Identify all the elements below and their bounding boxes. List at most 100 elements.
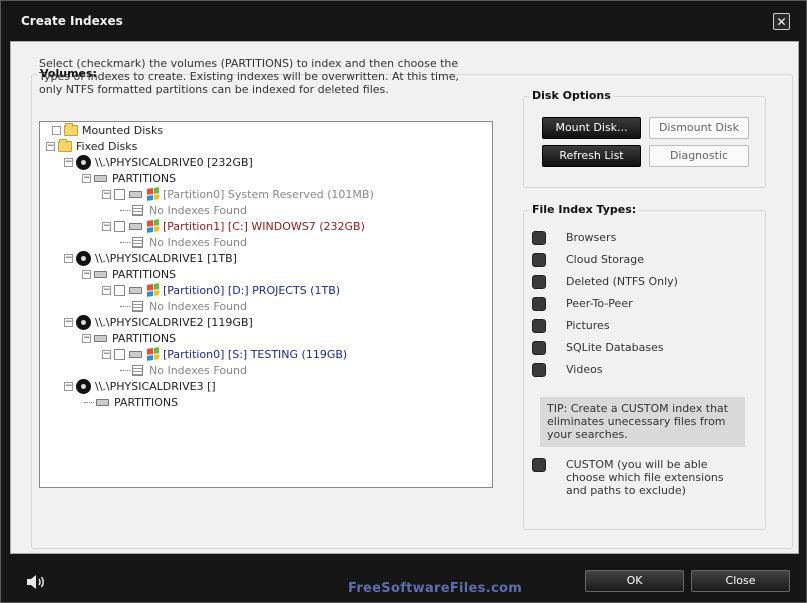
index-type-deleted[interactable]: Deleted (NTFS Only) — [532, 275, 678, 289]
checkbox[interactable] — [532, 275, 546, 289]
mount-disk-button[interactable]: Mount Disk... — [542, 117, 641, 139]
tree-node-d2p0[interactable]: − [Partition0] [S:] TESTING (119GB) — [102, 346, 347, 362]
partition-checkbox[interactable] — [114, 220, 125, 232]
collapse-icon[interactable]: − — [102, 285, 111, 295]
folder-icon — [58, 138, 72, 152]
collapse-icon[interactable]: − — [102, 221, 111, 231]
collapse-icon[interactable]: − — [82, 173, 91, 183]
speaker-icon[interactable] — [25, 573, 47, 591]
tree-node-drive0-partitions[interactable]: − PARTITIONS — [82, 170, 176, 186]
tree-label: \\.\PHYSICALDRIVE0 [232GB] — [95, 155, 253, 169]
collapse-icon[interactable]: − — [64, 381, 73, 391]
tree-node-drive2[interactable]: − \\.\PHYSICALDRIVE2 [119GB] — [64, 314, 253, 330]
collapse-icon[interactable]: − — [102, 189, 111, 199]
index-type-videos[interactable]: Videos — [532, 363, 603, 377]
tree-label: PARTITIONS — [114, 395, 179, 409]
checkbox[interactable] — [532, 341, 546, 355]
custom-index-tip: TIP: Create a CUSTOM index that eliminat… — [540, 397, 745, 447]
index-list-icon — [132, 204, 143, 216]
partition-checkbox[interactable] — [114, 284, 125, 296]
tree-node-d0p1-indexes: No Indexes Found — [120, 234, 247, 250]
hard-drive-icon — [76, 378, 91, 394]
tree-node-d1p0[interactable]: − [Partition0] [D:] PROJECTS (1TB) — [102, 282, 340, 298]
ok-button[interactable]: OK — [585, 570, 684, 592]
hard-drive-icon — [76, 314, 91, 330]
disk-options-legend: Disk Options — [529, 89, 614, 102]
tree-label: PARTITIONS — [112, 171, 177, 185]
collapse-icon[interactable]: − — [82, 333, 91, 343]
windows-icon — [147, 347, 159, 361]
tree-node-d0p0-indexes: No Indexes Found — [120, 202, 247, 218]
checkbox[interactable] — [532, 319, 546, 333]
index-type-peer-to-peer[interactable]: Peer-To-Peer — [532, 297, 633, 311]
tree-node-drive1-partitions[interactable]: − PARTITIONS — [82, 266, 176, 282]
tree-label: Fixed Disks — [76, 139, 138, 153]
tree-label: No Indexes Found — [149, 235, 247, 249]
close-button[interactable]: Close — [691, 570, 790, 592]
index-type-custom[interactable]: CUSTOM (you will be able choose which fi… — [532, 458, 724, 497]
partition-icon — [94, 270, 107, 278]
collapse-icon[interactable]: − — [64, 157, 73, 167]
tree-node-drive2-partitions[interactable]: − PARTITIONS — [82, 330, 176, 346]
partition-icon — [94, 174, 107, 182]
index-type-cloud-storage[interactable]: Cloud Storage — [532, 253, 644, 267]
collapse-icon[interactable]: − — [64, 317, 73, 327]
disk-options-group — [523, 96, 766, 188]
partition-icon — [129, 350, 142, 358]
diagnostic-button[interactable]: Diagnostic — [649, 145, 749, 167]
tree-node-d0p1[interactable]: − [Partition1] [C:] WINDOWS7 (232GB) — [102, 218, 365, 234]
collapse-icon[interactable]: − — [46, 141, 55, 151]
partition-checkbox[interactable] — [114, 188, 125, 200]
tree-label: No Indexes Found — [149, 299, 247, 313]
tree-label: \\.\PHYSICALDRIVE1 [1TB] — [95, 251, 237, 265]
collapse-icon[interactable] — [52, 125, 61, 135]
file-index-types-legend: File Index Types: — [529, 203, 640, 216]
checkbox[interactable] — [532, 363, 546, 377]
tree-label: PARTITIONS — [112, 331, 177, 345]
windows-icon — [147, 187, 159, 201]
dialog-title: Create Indexes — [21, 14, 123, 28]
tree-node-drive1[interactable]: − \\.\PHYSICALDRIVE1 [1TB] — [64, 250, 237, 266]
tree-label: \\.\PHYSICALDRIVE3 [] — [95, 379, 216, 393]
index-list-icon — [132, 236, 143, 248]
partition-icon — [129, 190, 142, 198]
index-list-icon — [132, 300, 143, 312]
tree-label: \\.\PHYSICALDRIVE2 [119GB] — [95, 315, 253, 329]
index-type-browsers[interactable]: Browsers — [532, 231, 616, 245]
collapse-icon[interactable]: − — [64, 253, 73, 263]
tree-label: [Partition1] [C:] WINDOWS7 (232GB) — [163, 219, 365, 233]
tree-node-d1p0-indexes: No Indexes Found — [120, 298, 247, 314]
index-list-icon — [132, 364, 143, 376]
partition-icon — [129, 286, 142, 294]
title-bar: Create Indexes ✕ — [1, 1, 806, 41]
refresh-list-button[interactable]: Refresh List — [542, 145, 641, 167]
tree-node-drive3-partitions[interactable]: PARTITIONS — [84, 394, 178, 410]
checkbox[interactable] — [532, 253, 546, 267]
tree-node-drive0[interactable]: − \\.\PHYSICALDRIVE0 [232GB] — [64, 154, 253, 170]
checkbox[interactable] — [532, 231, 546, 245]
volume-tree[interactable]: Mounted Disks − Fixed Disks − \\.\PHYSIC… — [39, 121, 493, 488]
tree-label: [Partition0] [D:] PROJECTS (1TB) — [163, 283, 341, 297]
close-icon[interactable]: ✕ — [773, 13, 790, 30]
volumes-description: Select (checkmark) the volumes (PARTITIO… — [39, 57, 460, 96]
index-type-pictures[interactable]: Pictures — [532, 319, 610, 333]
tree-label: No Indexes Found — [149, 203, 247, 217]
collapse-icon[interactable]: − — [82, 269, 91, 279]
folder-icon — [64, 122, 78, 136]
tree-node-fixed-disks[interactable]: − Fixed Disks — [46, 138, 137, 154]
tree-node-mounted-disks[interactable]: Mounted Disks — [52, 122, 163, 138]
tree-node-drive3[interactable]: − \\.\PHYSICALDRIVE3 [] — [64, 378, 216, 394]
tree-label: Mounted Disks — [82, 123, 164, 137]
index-type-sqlite[interactable]: SQLite Databases — [532, 341, 664, 355]
dismount-disk-button[interactable]: Dismount Disk — [649, 117, 749, 139]
collapse-icon[interactable]: − — [102, 349, 111, 359]
checkbox[interactable] — [532, 297, 546, 311]
partition-checkbox[interactable] — [114, 348, 125, 360]
partition-icon — [96, 398, 109, 406]
tree-label: PARTITIONS — [112, 267, 177, 281]
tree-node-d0p0[interactable]: − [Partition0] System Reserved (101MB) — [102, 186, 374, 202]
create-indexes-dialog: Create Indexes ✕ Volumes: Select (checkm… — [0, 0, 807, 603]
watermark-text: FreeSoftwareFiles.com — [348, 581, 523, 596]
checkbox[interactable] — [532, 458, 546, 472]
partition-icon — [94, 334, 107, 342]
